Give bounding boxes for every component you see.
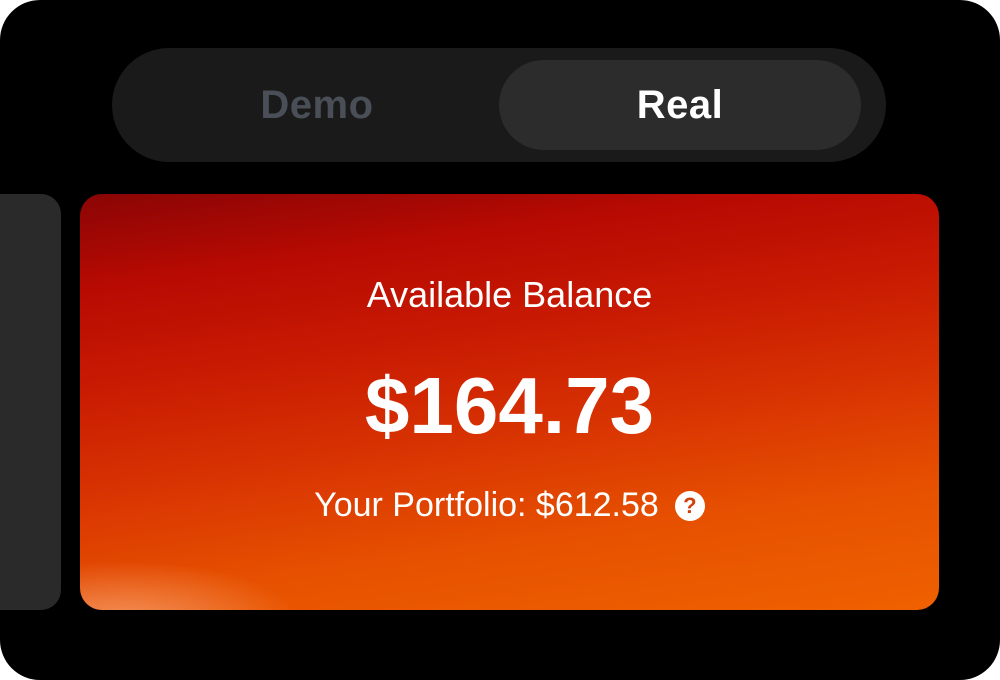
previous-card-peek[interactable] [0,194,61,610]
question-circle-icon[interactable]: ? [674,490,705,521]
real-tab-label: Real [636,82,724,127]
screen-frame: Demo Real Available Balance $164.73 Your… [0,0,1000,680]
demo-tab[interactable]: Demo [134,60,500,150]
portfolio-value: Your Portfolio: $612.58 [314,486,659,524]
mode-switch: Demo Real [112,48,886,162]
balance-card[interactable]: Available Balance $164.73 Your Portfolio… [80,194,939,610]
demo-tab-label: Demo [260,82,374,127]
portfolio-row: Your Portfolio: $612.58 ? [80,486,939,525]
balance-title: Available Balance [366,274,653,315]
balance-amount: $164.73 [364,361,655,450]
real-tab[interactable]: Real [499,60,861,150]
